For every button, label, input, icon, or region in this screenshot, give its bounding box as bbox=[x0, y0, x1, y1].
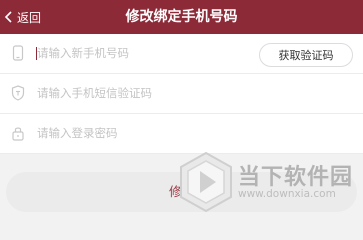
password-row[interactable]: 请输入登录密码 bbox=[0, 114, 363, 154]
phone-input[interactable]: 请输入新手机号码 bbox=[37, 34, 129, 73]
phone-icon bbox=[12, 45, 24, 61]
top-bar: 返回 修改绑定手机号码 bbox=[0, 0, 363, 34]
form-card: 请输入新手机号码 获取验证码 请输入手机短信验证码 请输入登录密码 bbox=[0, 34, 363, 154]
phone-row[interactable]: 请输入新手机号码 获取验证码 bbox=[0, 34, 363, 74]
watermark-logo-icon bbox=[180, 151, 232, 213]
watermark-url: www.downxia.com bbox=[238, 188, 336, 200]
watermark-text: 当下软件园 bbox=[238, 165, 354, 190]
watermark: 当下软件园 www.downxia.com bbox=[178, 151, 363, 215]
page-title: 修改绑定手机号码 bbox=[125, 9, 238, 25]
get-code-button[interactable]: 获取验证码 bbox=[259, 43, 353, 67]
lock-icon bbox=[12, 127, 24, 141]
sms-code-input[interactable]: 请输入手机短信验证码 bbox=[37, 74, 152, 113]
sms-code-row[interactable]: 请输入手机短信验证码 bbox=[0, 74, 363, 114]
shield-icon bbox=[11, 85, 25, 101]
password-input[interactable]: 请输入登录密码 bbox=[37, 114, 118, 153]
